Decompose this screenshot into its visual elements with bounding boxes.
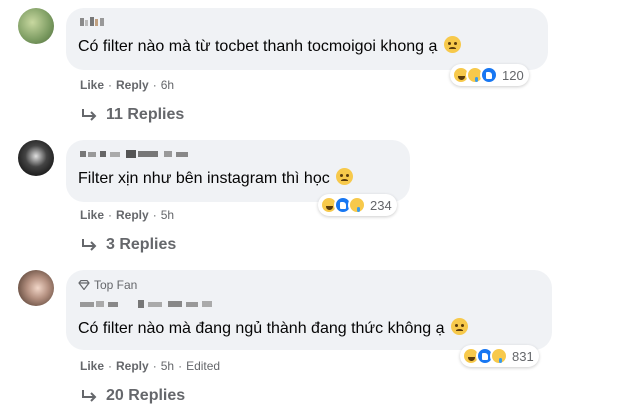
like-reaction-icon: [480, 66, 498, 84]
author-name-blurred[interactable]: [78, 16, 138, 28]
separator: ·: [108, 208, 113, 222]
author-name-blurred[interactable]: [78, 148, 228, 160]
timestamp[interactable]: 6h: [161, 78, 174, 92]
comment-text: Có filter nào mà đang ngủ thành đang thứ…: [78, 320, 445, 337]
comment-bubble: Filter xịn như bên instagram thì học: [66, 140, 410, 202]
reaction-count: 234: [370, 197, 392, 213]
separator: ·: [108, 78, 113, 92]
separator: ·: [152, 78, 157, 92]
view-replies-button[interactable]: 3 Replies: [80, 236, 176, 254]
top-fan-label: Top Fan: [94, 278, 138, 292]
view-replies-button[interactable]: 20 Replies: [80, 387, 185, 405]
top-fan-badge[interactable]: Top Fan: [78, 278, 540, 292]
reaction-count: 831: [512, 348, 534, 364]
replies-label: 20 Replies: [106, 387, 186, 404]
avatar[interactable]: [18, 8, 54, 44]
avatar[interactable]: [18, 270, 54, 306]
timestamp[interactable]: 5h: [161, 359, 174, 373]
reply-button[interactable]: Reply: [116, 359, 149, 373]
reactions-summary[interactable]: 831: [460, 345, 539, 367]
separator: ·: [178, 359, 183, 373]
reply-arrow-icon: [82, 109, 97, 121]
reply-button[interactable]: Reply: [116, 78, 149, 92]
reactions-summary[interactable]: 234: [318, 194, 397, 216]
frowning-face-icon: [336, 168, 354, 185]
sad-reaction-icon: [490, 347, 508, 365]
edited-label[interactable]: Edited: [186, 359, 220, 373]
timestamp[interactable]: 5h: [161, 208, 174, 222]
like-button[interactable]: Like: [80, 208, 104, 222]
reply-arrow-icon: [82, 390, 97, 402]
reply-arrow-icon: [82, 239, 97, 251]
like-button[interactable]: Like: [80, 359, 104, 373]
comment-text: Filter xịn như bên instagram thì học: [78, 170, 330, 187]
comment-bubble: Có filter nào mà từ tocbet thanh tocmoig…: [66, 8, 548, 70]
author-name-blurred[interactable]: [78, 298, 238, 310]
disappointed-face-icon: [450, 318, 468, 335]
disappointed-face-icon: [443, 36, 461, 53]
separator: ·: [152, 208, 157, 222]
comment-actions: Like · Reply · 6h: [80, 78, 174, 92]
diamond-icon: [78, 280, 90, 290]
replies-label: 11 Replies: [106, 106, 185, 123]
comment-text: Có filter nào mà từ tocbet thanh tocmoig…: [78, 38, 438, 55]
view-replies-button[interactable]: 11 Replies: [80, 106, 184, 124]
sad-reaction-icon: [348, 196, 366, 214]
reaction-count: 120: [502, 67, 524, 83]
comment-actions: Like · Reply · 5h · Edited: [80, 359, 220, 373]
like-button[interactable]: Like: [80, 78, 104, 92]
separator: ·: [152, 359, 157, 373]
comment-bubble: Top Fan Có filter nào mà đang ngủ thành …: [66, 270, 552, 350]
reactions-summary[interactable]: 120: [450, 64, 529, 86]
comment-actions: Like · Reply · 5h: [80, 208, 174, 222]
avatar[interactable]: [18, 140, 54, 176]
separator: ·: [108, 359, 113, 373]
reply-button[interactable]: Reply: [116, 208, 149, 222]
replies-label: 3 Replies: [106, 236, 177, 253]
